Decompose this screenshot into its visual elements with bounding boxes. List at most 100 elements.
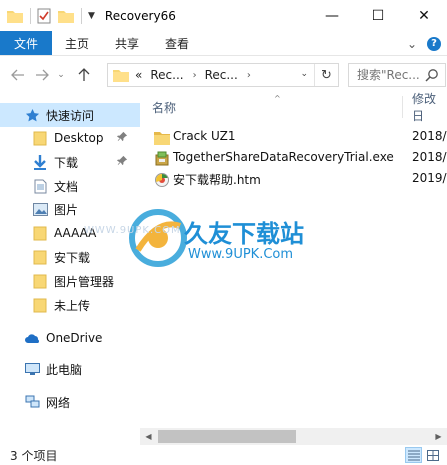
folder-icon bbox=[32, 297, 48, 313]
scroll-left-button[interactable]: ◀ bbox=[140, 428, 157, 445]
nav-item-label: OneDrive bbox=[46, 331, 103, 345]
watermark-brand: 久友下载站 bbox=[184, 220, 304, 248]
nav-item-label: 网络 bbox=[46, 395, 71, 410]
refresh-button[interactable]: ↻ bbox=[314, 64, 338, 86]
download-icon bbox=[32, 154, 48, 170]
nav-item-label: 此电脑 bbox=[46, 362, 83, 377]
back-arrow-icon bbox=[11, 69, 24, 81]
breadcrumb-item[interactable]: Rec... bbox=[150, 68, 183, 82]
large-icons-view-icon bbox=[426, 449, 439, 461]
close-button[interactable]: ✕ bbox=[401, 0, 447, 31]
nav-item-anxiazai[interactable]: 安下载 bbox=[0, 245, 140, 269]
breadcrumb-overflow[interactable]: « bbox=[135, 68, 142, 82]
installer-icon bbox=[154, 151, 170, 167]
search-input[interactable] bbox=[357, 68, 427, 82]
chevron-right-icon[interactable]: › bbox=[193, 70, 197, 81]
help-icon[interactable]: ? bbox=[427, 36, 441, 51]
address-bar[interactable]: « Rec... › Rec... › ⌄ ↻ bbox=[107, 63, 339, 87]
folder-icon bbox=[32, 249, 48, 265]
document-icon bbox=[32, 178, 48, 194]
customize-toolbar-dropdown-icon[interactable]: ▼ bbox=[88, 11, 95, 21]
nav-item-onedrive[interactable]: OneDrive bbox=[0, 326, 140, 350]
column-header-name[interactable]: 名称 bbox=[152, 94, 176, 120]
network-icon bbox=[24, 394, 40, 410]
folder-icon bbox=[113, 68, 129, 82]
file-row[interactable]: 安下载帮助.htm 2019/ bbox=[140, 169, 447, 190]
column-divider[interactable] bbox=[402, 96, 403, 118]
forward-button[interactable] bbox=[30, 63, 54, 87]
pictures-icon bbox=[32, 201, 48, 217]
folder-icon bbox=[32, 225, 48, 241]
nav-item-this-pc[interactable]: 此电脑 bbox=[0, 357, 140, 381]
up-arrow-icon bbox=[78, 68, 90, 81]
nav-item-label: 未上传 bbox=[54, 298, 91, 313]
folder-icon bbox=[32, 130, 48, 146]
folder-icon bbox=[6, 7, 24, 25]
scroll-right-button[interactable]: ▶ bbox=[430, 428, 447, 445]
breadcrumb-item[interactable]: Rec... bbox=[205, 68, 238, 82]
search-box[interactable] bbox=[348, 63, 446, 87]
nav-item-label: 快速访问 bbox=[46, 108, 95, 123]
quick-access-toolbar: ▼ bbox=[0, 0, 101, 31]
nav-item-label: 下载 bbox=[54, 155, 79, 170]
file-date: 2018/ bbox=[412, 150, 447, 164]
search-icon bbox=[425, 69, 438, 82]
chevron-down-icon: ⌄ bbox=[57, 70, 65, 80]
up-button[interactable] bbox=[72, 63, 96, 87]
nav-item-downloads[interactable]: 下载 bbox=[0, 150, 140, 174]
item-count: 3 个项目 bbox=[10, 448, 58, 463]
file-date: 2018/ bbox=[412, 129, 447, 143]
sort-ascending-icon: ^ bbox=[274, 94, 281, 103]
address-dropdown-icon[interactable]: ⌄ bbox=[300, 69, 308, 79]
ribbon-tabs: 文件 主页 共享 查看 ⌄ ? bbox=[0, 31, 447, 56]
file-name: Crack UZ1 bbox=[173, 129, 236, 143]
nav-item-network[interactable]: 网络 bbox=[0, 390, 140, 414]
view-buttons bbox=[405, 447, 441, 463]
nav-item-label: 图片管理器 bbox=[54, 274, 115, 289]
computer-icon bbox=[24, 361, 40, 377]
file-row[interactable]: TogetherShareDataRecoveryTrial.exe 2018/ bbox=[140, 148, 447, 169]
maximize-button[interactable]: ☐ bbox=[355, 0, 401, 31]
file-row[interactable]: Crack UZ1 2018/ bbox=[140, 127, 447, 148]
new-folder-icon[interactable] bbox=[57, 7, 75, 25]
scrollbar-thumb[interactable] bbox=[158, 430, 296, 443]
watermark-faint-text: WWW.9UPK.COM bbox=[84, 225, 181, 236]
chevron-right-icon[interactable]: › bbox=[247, 70, 251, 81]
nav-item-pictures[interactable]: 图片 bbox=[0, 197, 140, 221]
nav-item-label: 文档 bbox=[54, 179, 79, 194]
properties-icon[interactable] bbox=[35, 7, 53, 25]
watermark: WWW.9UPK.COM 久友下载站 Www.9UPK.Com bbox=[84, 205, 320, 275]
nav-item-documents[interactable]: 文档 bbox=[0, 174, 140, 198]
minimize-button[interactable]: — bbox=[309, 0, 355, 31]
back-button[interactable] bbox=[6, 63, 30, 87]
expand-ribbon-icon[interactable]: ⌄ bbox=[407, 37, 417, 51]
tab-view[interactable]: 查看 bbox=[152, 31, 202, 55]
toolbar-separator bbox=[81, 7, 82, 24]
tab-share[interactable]: 共享 bbox=[102, 31, 152, 55]
nav-item-desktop[interactable]: Desktop bbox=[0, 126, 140, 150]
details-view-button[interactable] bbox=[405, 447, 422, 463]
tab-file[interactable]: 文件 bbox=[0, 31, 53, 55]
nav-item-label: Desktop bbox=[54, 131, 104, 145]
cloud-icon bbox=[24, 330, 40, 346]
folder-icon bbox=[154, 130, 170, 146]
large-icons-view-button[interactable] bbox=[424, 447, 441, 463]
star-icon bbox=[24, 107, 40, 123]
window-controls: — ☐ ✕ bbox=[309, 0, 447, 31]
horizontal-scrollbar[interactable]: ◀ ▶ bbox=[140, 428, 447, 445]
column-header-modified[interactable]: 修改日 bbox=[412, 92, 447, 123]
file-name: 安下载帮助.htm bbox=[173, 173, 261, 187]
nav-item-quick-access[interactable]: 快速访问 bbox=[0, 103, 140, 127]
nav-item-picture-manager[interactable]: 图片管理器 bbox=[0, 269, 140, 293]
nav-item-label: 图片 bbox=[54, 202, 79, 217]
nav-item-not-uploaded[interactable]: 未上传 bbox=[0, 293, 140, 317]
watermark-url: Www.9UPK.Com bbox=[188, 247, 294, 262]
window-title: Recovery66 bbox=[104, 8, 176, 23]
recent-locations-button[interactable]: ⌄ bbox=[54, 63, 68, 87]
pin-icon[interactable] bbox=[117, 155, 128, 169]
pin-icon[interactable] bbox=[117, 131, 128, 145]
file-date: 2019/ bbox=[412, 171, 447, 185]
title-bar: ▼ Recovery66 — ☐ ✕ bbox=[0, 0, 447, 31]
tab-home[interactable]: 主页 bbox=[52, 31, 102, 55]
navigation-pane: 快速访问 Desktop 下载 文档 图片 AAAAA 安下载 图片管理器 未上… bbox=[0, 94, 140, 444]
